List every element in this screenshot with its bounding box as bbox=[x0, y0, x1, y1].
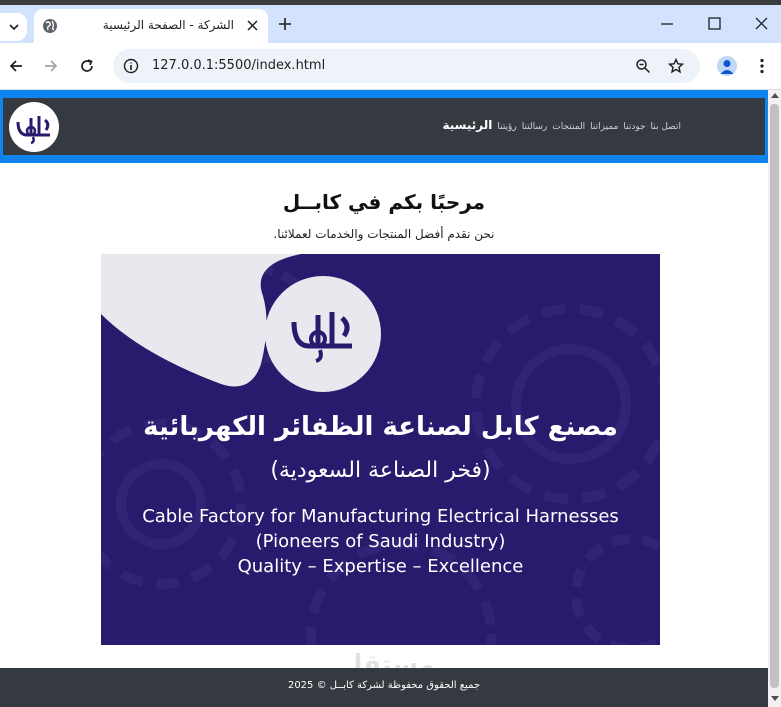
address-toolbar: 127.0.0.1:5500/index.html bbox=[0, 43, 781, 90]
scroll-thumb[interactable] bbox=[770, 104, 779, 688]
info-icon[interactable] bbox=[123, 58, 139, 74]
nav-link-vision[interactable]: رؤيتنا bbox=[497, 122, 516, 132]
page-viewport: الرئيسية رؤيتنا رسالتنا المنتجات مميزاتن… bbox=[0, 90, 768, 707]
active-tab[interactable]: الشركة - الصفحة الرئيسية bbox=[34, 9, 268, 43]
kebab-menu-icon[interactable] bbox=[757, 58, 767, 74]
zoom-icon[interactable] bbox=[635, 58, 651, 74]
back-arrow-icon[interactable] bbox=[8, 58, 24, 74]
hero-arabic-subtitle: (فخر الصناعة السعودية) bbox=[270, 458, 491, 483]
logo-mark-icon bbox=[16, 116, 50, 145]
nav-link-contact[interactable]: اتصل بنا bbox=[651, 122, 681, 132]
maximize-icon[interactable] bbox=[708, 17, 721, 30]
gear-pattern-icon bbox=[101, 254, 660, 645]
hero-english-line-2: (Pioneers of Saudi Industry) bbox=[255, 531, 506, 552]
omnibox[interactable]: 127.0.0.1:5500/index.html bbox=[113, 49, 700, 83]
nav-link-quality[interactable]: جودتنا bbox=[623, 122, 645, 132]
chevron-down-icon bbox=[8, 24, 19, 31]
hero-english-line-3: Quality – Expertise – Excellence bbox=[237, 556, 524, 577]
page-title: مرحبًا بكم في كابــل bbox=[282, 190, 486, 214]
globe-icon bbox=[43, 19, 57, 33]
site-footer: جميع الحقوق محفوظة لشركة كابــل © 2025 bbox=[0, 668, 768, 707]
navbar: الرئيسية رؤيتنا رسالتنا المنتجات مميزاتن… bbox=[3, 98, 765, 155]
vertical-scrollbar[interactable] bbox=[768, 90, 781, 707]
url-text[interactable]: 127.0.0.1:5500/index.html bbox=[152, 58, 325, 73]
scroll-down-arrow-icon[interactable] bbox=[771, 696, 779, 701]
hero-arabic-title: مصنع كابل لصناعة الظفائر الكهربائية bbox=[143, 412, 618, 442]
hero-english-line-1: Cable Factory for Manufacturing Electric… bbox=[142, 506, 619, 527]
profile-icon[interactable] bbox=[717, 56, 737, 76]
close-icon[interactable] bbox=[247, 20, 258, 31]
tab-search-button[interactable] bbox=[0, 13, 27, 41]
nav-home-link[interactable]: الرئيسية bbox=[442, 118, 492, 132]
minimize-icon[interactable] bbox=[660, 17, 674, 31]
nav-link-features[interactable]: مميزاتنا bbox=[590, 122, 618, 132]
site-header: الرئيسية رؤيتنا رسالتنا المنتجات مميزاتن… bbox=[0, 90, 768, 163]
window-close-icon[interactable] bbox=[755, 17, 768, 30]
main-nav: الرئيسية رؤيتنا رسالتنا المنتجات مميزاتن… bbox=[420, 118, 681, 132]
page-subtitle: نحن نقدم أفضل المنتجات والخدمات لعملائنا… bbox=[273, 227, 495, 241]
reload-icon[interactable] bbox=[79, 58, 95, 74]
forward-arrow-icon[interactable] bbox=[43, 58, 59, 74]
plus-icon[interactable] bbox=[278, 17, 292, 31]
scroll-up-arrow-icon[interactable] bbox=[771, 93, 779, 98]
nav-link-mission[interactable]: رسالتنا bbox=[522, 122, 548, 132]
hero-banner: مصنع كابل لصناعة الظفائر الكهربائية (فخر… bbox=[101, 254, 660, 645]
nav-link-products[interactable]: المنتجات bbox=[552, 122, 585, 132]
tab-title: الشركة - الصفحة الرئيسية bbox=[102, 18, 234, 32]
footer-copyright: جميع الحقوق محفوظة لشركة كابــل © 2025 bbox=[287, 680, 481, 691]
company-logo[interactable] bbox=[9, 102, 59, 152]
star-icon[interactable] bbox=[668, 58, 684, 74]
tab-bar: الشركة - الصفحة الرئيسية bbox=[0, 5, 781, 43]
